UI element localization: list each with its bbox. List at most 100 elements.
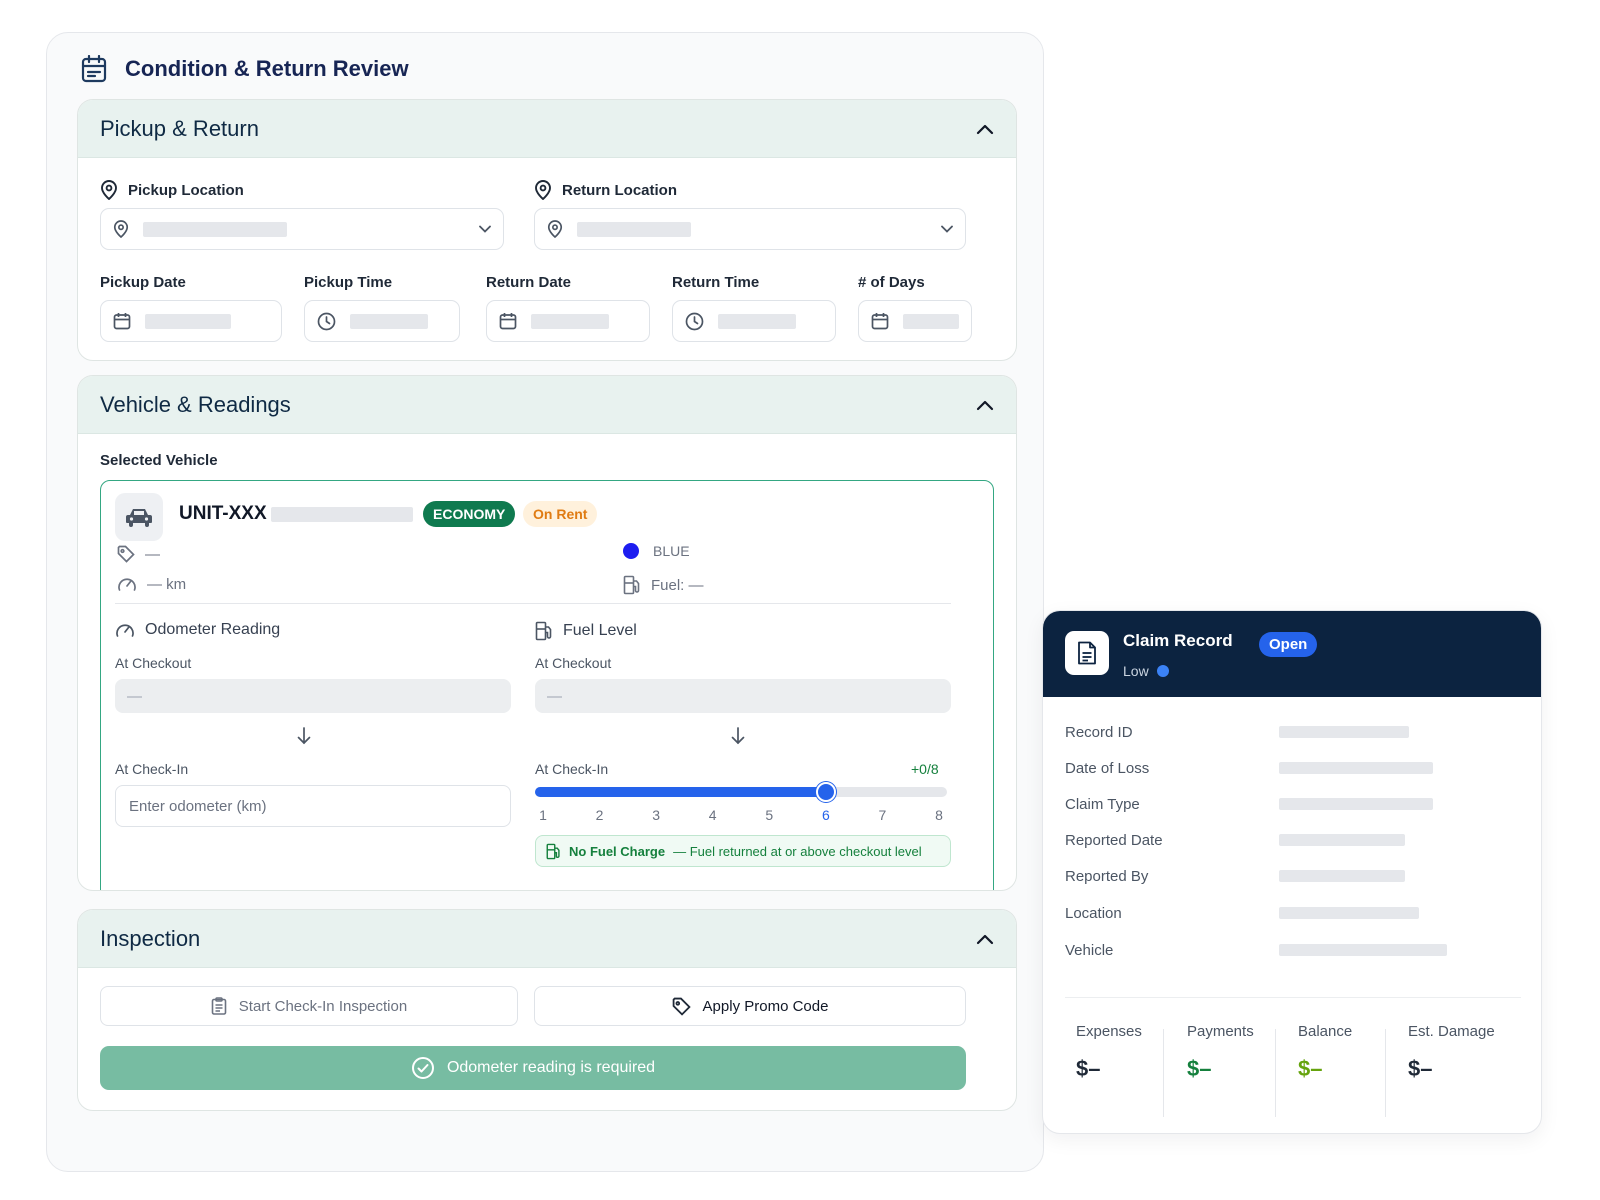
pickup-date-label: Pickup Date (100, 274, 186, 291)
record-label: Claim Type (1065, 795, 1140, 813)
fuel-charge-notice: No Fuel Charge — Fuel returned at or abo… (535, 835, 951, 867)
record-label: Date of Loss (1065, 759, 1150, 777)
fuel-scale-tick[interactable]: 8 (935, 807, 943, 823)
odometer-heading: Odometer Reading (145, 621, 281, 638)
fuel-pump-icon (535, 621, 553, 641)
notice-text: — Fuel returned at or above checkout lev… (673, 843, 922, 859)
fuel-scale-tick[interactable]: 7 (879, 807, 887, 823)
days-label: # of Days (858, 274, 925, 291)
placeholder-bar (1279, 870, 1405, 882)
fuel-scale-tick[interactable]: 1 (539, 807, 547, 823)
return-date-input[interactable] (486, 300, 650, 342)
start-inspection-label: Start Check-In Inspection (238, 997, 408, 1015)
map-pin-icon (547, 220, 563, 238)
record-row: Date of Loss (1065, 757, 1433, 779)
placeholder-bar (903, 313, 959, 329)
stat-value: $– (1187, 1056, 1212, 1081)
pickup-time-label: Pickup Time (304, 274, 393, 291)
fuel-scale-tick[interactable]: 2 (596, 807, 604, 823)
pickup-return-section: Pickup & Return Pickup Location Return L… (77, 99, 1017, 361)
placeholder-bar (577, 221, 691, 237)
clipboard-icon (211, 997, 227, 1015)
section-title: Inspection (100, 925, 201, 951)
stat-value: $– (1076, 1056, 1101, 1081)
inspection-section: Inspection Start Check-In Inspection App… (77, 909, 1017, 1111)
divider (1275, 1029, 1276, 1117)
vehicle-readings-header[interactable]: Vehicle & Readings (78, 376, 1016, 434)
claim-record-card: Claim Record Open Low Record ID Date of … (1042, 610, 1542, 1134)
fuel-scale-tick[interactable]: 6 (822, 807, 830, 823)
arrow-down-icon (297, 727, 311, 745)
fuel-pump-icon (546, 843, 561, 860)
mileage-row: — km (117, 575, 186, 593)
pickup-location-select[interactable] (100, 208, 504, 250)
odometer-checkin-input[interactable]: Enter odometer (km) (115, 785, 511, 827)
divider (115, 603, 951, 604)
return-date-label: Return Date (486, 274, 572, 291)
inspection-header[interactable]: Inspection (78, 910, 1016, 968)
placeholder-bar (531, 313, 609, 329)
complete-return-button[interactable]: Odometer reading is required (100, 1046, 966, 1090)
return-location-label-row: Return Location (534, 180, 677, 200)
start-inspection-button[interactable]: Start Check-In Inspection (100, 986, 518, 1026)
clock-icon (317, 312, 336, 331)
placeholder-bar (718, 313, 796, 329)
page-header: Condition & Return Review (81, 55, 409, 83)
tag-icon (672, 997, 691, 1016)
claim-title: Claim Record (1123, 631, 1233, 650)
placeholder-bar (1279, 834, 1405, 846)
placeholder-bar (350, 313, 428, 329)
fuel-delta: +0/8 (911, 761, 939, 777)
fuel-slider-handle[interactable] (815, 782, 836, 802)
expenses-stat: Expenses $– (1076, 1023, 1188, 1082)
clock-icon (685, 312, 704, 331)
stat-value: $– (1408, 1056, 1433, 1081)
fuel-scale-tick[interactable]: 5 (765, 807, 773, 823)
placeholder-bar (1279, 798, 1433, 810)
return-time-label: Return Time (672, 274, 760, 291)
priority-label: Low (1123, 663, 1149, 679)
stat-label: Est. Damage (1408, 1023, 1495, 1040)
fuel-scale-tick[interactable]: 3 (652, 807, 660, 823)
selected-vehicle-label: Selected Vehicle (100, 452, 218, 469)
fuel-scale: 1 2 3 4 5 6 7 8 (535, 807, 947, 825)
placeholder-bar (143, 221, 287, 237)
return-location-select[interactable] (534, 208, 966, 250)
pickup-time-input[interactable] (304, 300, 460, 342)
fuel-scale-tick[interactable]: 4 (709, 807, 717, 823)
pickup-return-header[interactable]: Pickup & Return (78, 100, 1016, 158)
calendar-icon (113, 312, 131, 330)
odometer-checkout-label: At Checkout (115, 655, 192, 671)
document-icon (1065, 631, 1109, 675)
chevron-down-icon (479, 225, 491, 233)
placeholder-bar (1279, 726, 1409, 738)
odometer-checkin-label: At Check-In (115, 761, 189, 777)
fuel-slider[interactable] (535, 782, 947, 802)
map-pin-icon (534, 180, 552, 200)
vehicle-color-row: BLUE (623, 543, 690, 559)
fuel-level-heading-row: Fuel Level (535, 621, 637, 641)
arrow-down-icon (731, 727, 745, 745)
days-input[interactable] (858, 300, 972, 342)
notice-title: No Fuel Charge (569, 843, 666, 859)
vehicle-name-placeholder (271, 507, 413, 522)
divider (1065, 997, 1521, 998)
odometer-heading-row: Odometer Reading (115, 621, 280, 639)
chevron-up-icon[interactable] (976, 123, 994, 135)
pickup-date-input[interactable] (100, 300, 282, 342)
calendar-check-icon (81, 55, 107, 83)
chevron-up-icon[interactable] (976, 933, 994, 945)
apply-promo-button[interactable]: Apply Promo Code (534, 986, 966, 1026)
map-pin-icon (113, 220, 129, 238)
record-label: Vehicle (1065, 941, 1114, 959)
complete-return-label: Odometer reading is required (446, 1059, 656, 1076)
chevron-up-icon[interactable] (976, 399, 994, 411)
record-row: Vehicle (1065, 939, 1447, 961)
payments-stat: Payments $– (1187, 1023, 1299, 1082)
record-row: Claim Type (1065, 793, 1433, 815)
vehicle-readings-section: Vehicle & Readings Selected Vehicle UNIT… (77, 375, 1017, 891)
calendar-icon (499, 312, 517, 330)
return-time-input[interactable] (672, 300, 836, 342)
record-label: Reported Date (1065, 831, 1163, 849)
balance-stat: Balance $– (1298, 1023, 1410, 1082)
